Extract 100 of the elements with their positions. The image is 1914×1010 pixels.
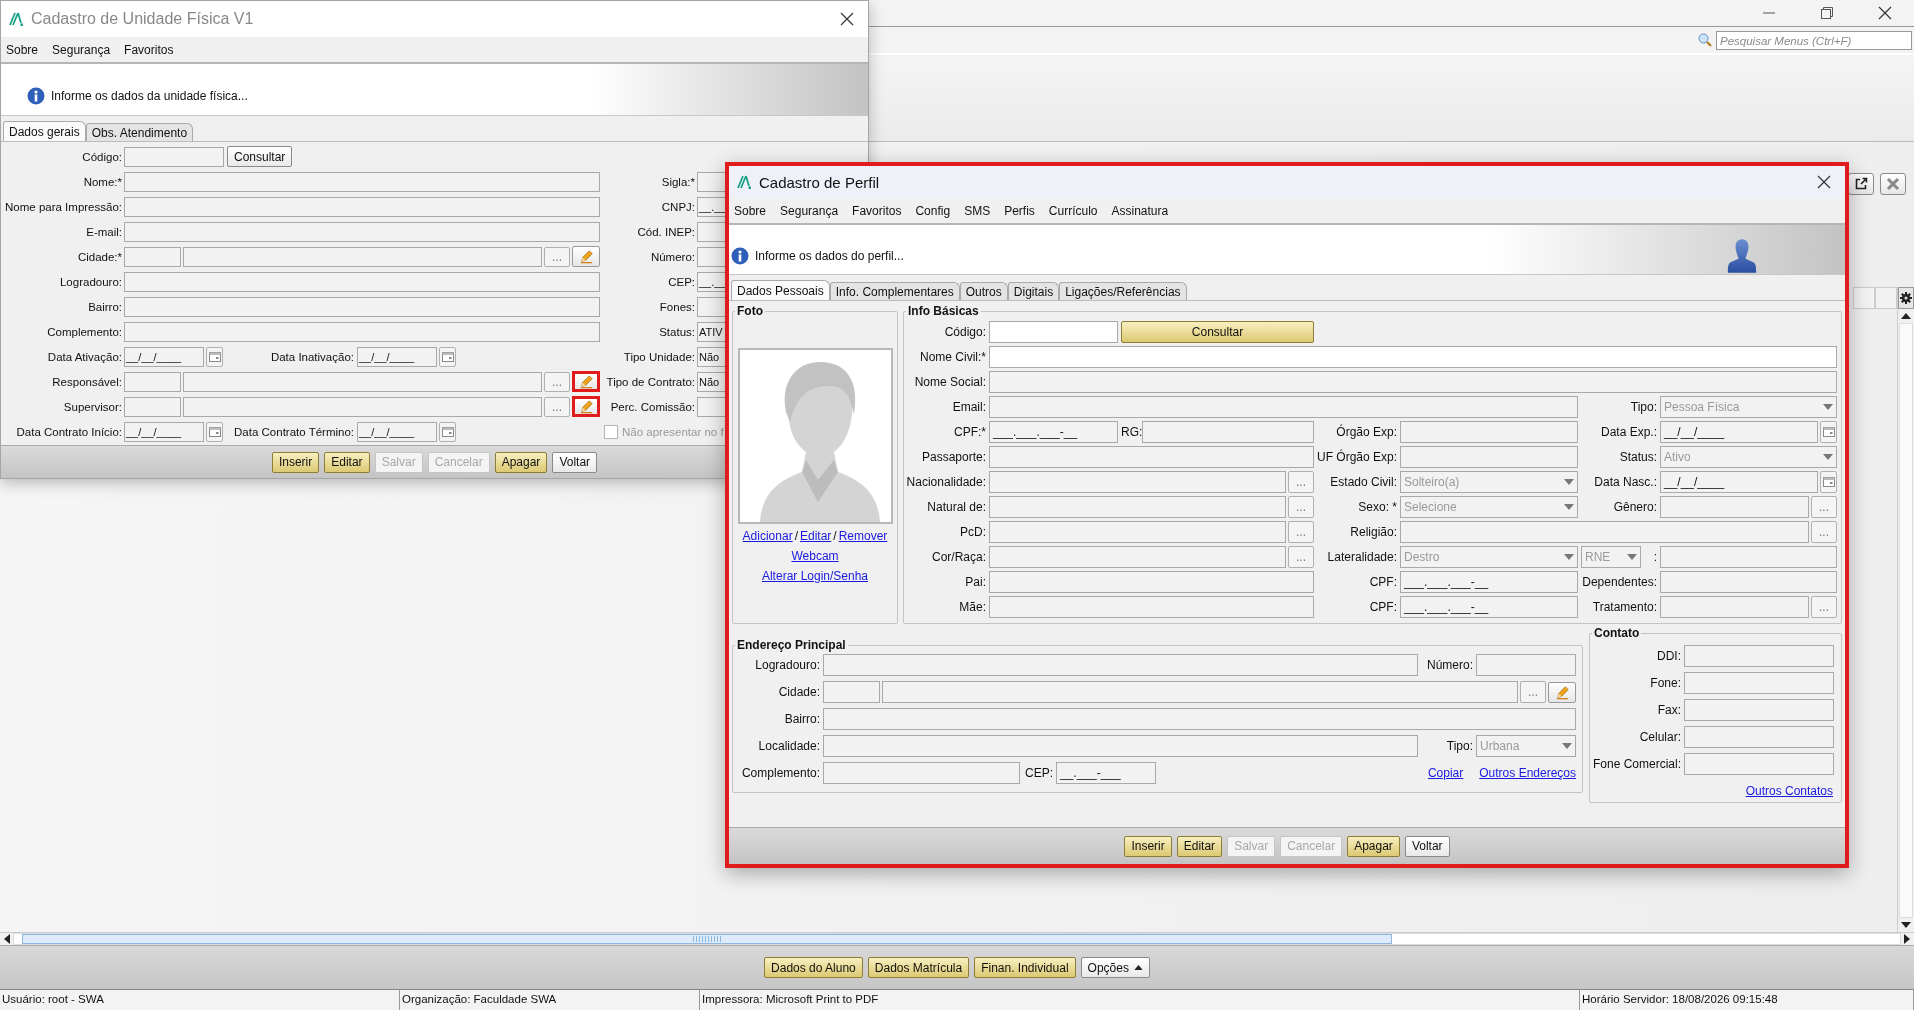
tab[interactable]: Dados Pessoais — [731, 280, 830, 300]
menu-item[interactable]: Assinatura — [1108, 203, 1176, 218]
search-button[interactable]: Consultar — [227, 146, 293, 167]
field-label: Nome para Impressão: — [4, 200, 122, 213]
action-button[interactable]: Finan. Individual — [974, 957, 1076, 978]
tab[interactable]: Outros — [959, 282, 1008, 300]
field-label: Tipo Unidade: — [622, 350, 695, 363]
tab[interactable]: Digitais — [1007, 282, 1060, 300]
section-title: Contato — [1593, 626, 1641, 640]
vertical-scrollbar[interactable] — [1897, 287, 1914, 932]
caret-icon — [1823, 404, 1833, 410]
info-message: Informe os dados do perfil... — [755, 248, 904, 263]
action-button[interactable]: Apagar — [494, 451, 548, 473]
field-label: CEP: — [1024, 766, 1053, 780]
arrow-up-icon[interactable] — [1901, 313, 1911, 319]
close-icon[interactable] — [1817, 175, 1831, 189]
field-label: Tipo: — [1445, 739, 1473, 753]
scrollbar-thumb[interactable] — [22, 934, 1392, 944]
pencil-icon — [578, 249, 594, 264]
field-label: Logradouro: — [754, 658, 820, 672]
link[interactable]: Copiar — [1427, 766, 1464, 780]
action-button[interactable]: Dados Matrícula — [867, 957, 970, 978]
horizontal-scrollbar[interactable] — [0, 932, 1914, 945]
link[interactable]: Outros Endereços — [1479, 766, 1576, 780]
menu-item[interactable]: Favoritos — [849, 203, 909, 218]
calendar-icon — [208, 426, 221, 437]
pencil-icon — [578, 374, 594, 389]
tab[interactable]: Obs. Atendimento — [85, 123, 194, 141]
action-button[interactable]: Inserir — [1124, 835, 1172, 857]
search-button[interactable]: Consultar — [1121, 321, 1314, 343]
action-button[interactable]: Editar — [324, 451, 370, 473]
menu-item[interactable]: Segurança — [49, 42, 118, 57]
tab[interactable]: Ligações/Referências — [1059, 282, 1187, 300]
action-button[interactable]: Voltar — [1404, 835, 1450, 857]
calendar-button[interactable] — [1820, 471, 1837, 493]
window-title: Cadastro de Perfil — [759, 173, 880, 191]
calendar-button[interactable] — [206, 346, 223, 367]
calendar-button[interactable] — [439, 346, 456, 367]
menu-item[interactable]: Sobre — [3, 42, 46, 57]
status-text: Impressora: Microsoft Print to PDF — [700, 990, 1580, 1010]
field-label: Pai: — [964, 575, 986, 589]
field-label: Nome Civil:* — [919, 350, 986, 364]
menu-item[interactable]: SMS — [961, 203, 998, 218]
close-panel-button[interactable] — [1880, 173, 1906, 195]
checkbox[interactable] — [604, 424, 618, 439]
action-button[interactable]: Editar — [1176, 835, 1223, 857]
info-message: Informe os dados da unidade física... — [51, 88, 248, 103]
link[interactable]: Editar — [800, 529, 832, 543]
link[interactable]: Adicionar — [742, 529, 793, 543]
field-label: Passaporte: — [920, 450, 986, 464]
caret-icon — [1564, 504, 1574, 510]
menu-button[interactable]: Opções — [1080, 957, 1150, 978]
field-label: Cor/Raça: — [930, 550, 986, 564]
field-label: Data Exp.: — [1599, 425, 1657, 439]
field-label: Complemento: — [740, 766, 820, 780]
calendar-button[interactable] — [206, 421, 223, 442]
link[interactable]: Outros Contatos — [1745, 784, 1833, 798]
caret-icon — [1823, 454, 1833, 460]
calendar-button[interactable] — [1820, 421, 1837, 443]
link[interactable]: Webcam — [791, 549, 839, 563]
action-button[interactable]: Inserir — [271, 451, 320, 473]
popout-button[interactable] — [1848, 173, 1874, 195]
menu-item[interactable]: Segurança — [777, 203, 846, 218]
settings-button[interactable] — [1898, 287, 1914, 309]
calendar-button[interactable] — [439, 421, 456, 442]
field-label: Órgão Exp: — [1335, 425, 1397, 439]
section-title: Endereço Principal — [736, 638, 847, 652]
link[interactable]: Remover — [838, 529, 888, 543]
field-label: Nome Social: — [913, 375, 986, 389]
field-label: Fone: — [1649, 676, 1681, 690]
status-text: Organização: Faculdade SWA — [400, 990, 700, 1010]
field-label: Código: — [81, 150, 122, 163]
calendar-icon — [441, 426, 454, 437]
action-button[interactable]: Dados do Aluno — [764, 957, 863, 978]
menu-item[interactable]: Sobre — [731, 203, 774, 218]
search-field[interactable]: Pesquisar Menus (Ctrl+F) — [1716, 30, 1912, 50]
tab[interactable]: Dados gerais — [3, 121, 86, 141]
text-field[interactable] — [989, 321, 1118, 343]
link[interactable]: Alterar Login/Senha — [761, 569, 869, 583]
menu-item[interactable]: Config — [912, 203, 958, 218]
field-label: Data Contrato Término: — [233, 425, 354, 438]
field-label: Data Nasc.: — [1593, 475, 1657, 489]
column-header[interactable] — [1853, 287, 1875, 309]
text-field[interactable] — [989, 346, 1837, 368]
separator-text: / — [833, 529, 837, 543]
arrow-right-icon[interactable] — [1904, 934, 1910, 944]
menu-item[interactable]: Perfis — [1001, 203, 1042, 218]
tab[interactable]: Info. Complementares — [829, 282, 960, 300]
caret-icon — [1562, 743, 1572, 749]
arrow-left-icon[interactable] — [4, 934, 10, 944]
field-label: Cidade:* — [76, 250, 122, 263]
field-label: Bairro: — [783, 712, 820, 726]
arrow-down-icon[interactable] — [1901, 922, 1911, 928]
field-label: Tipo de Contrato: — [605, 375, 695, 388]
action-button[interactable]: Apagar — [1347, 835, 1400, 857]
action-button[interactable]: Voltar — [552, 451, 598, 473]
close-icon[interactable] — [1878, 6, 1892, 20]
field-label: Fone Comercial: — [1592, 757, 1681, 771]
menu-item[interactable]: Currículo — [1045, 203, 1105, 218]
menu-item[interactable]: Favoritos — [121, 42, 181, 57]
